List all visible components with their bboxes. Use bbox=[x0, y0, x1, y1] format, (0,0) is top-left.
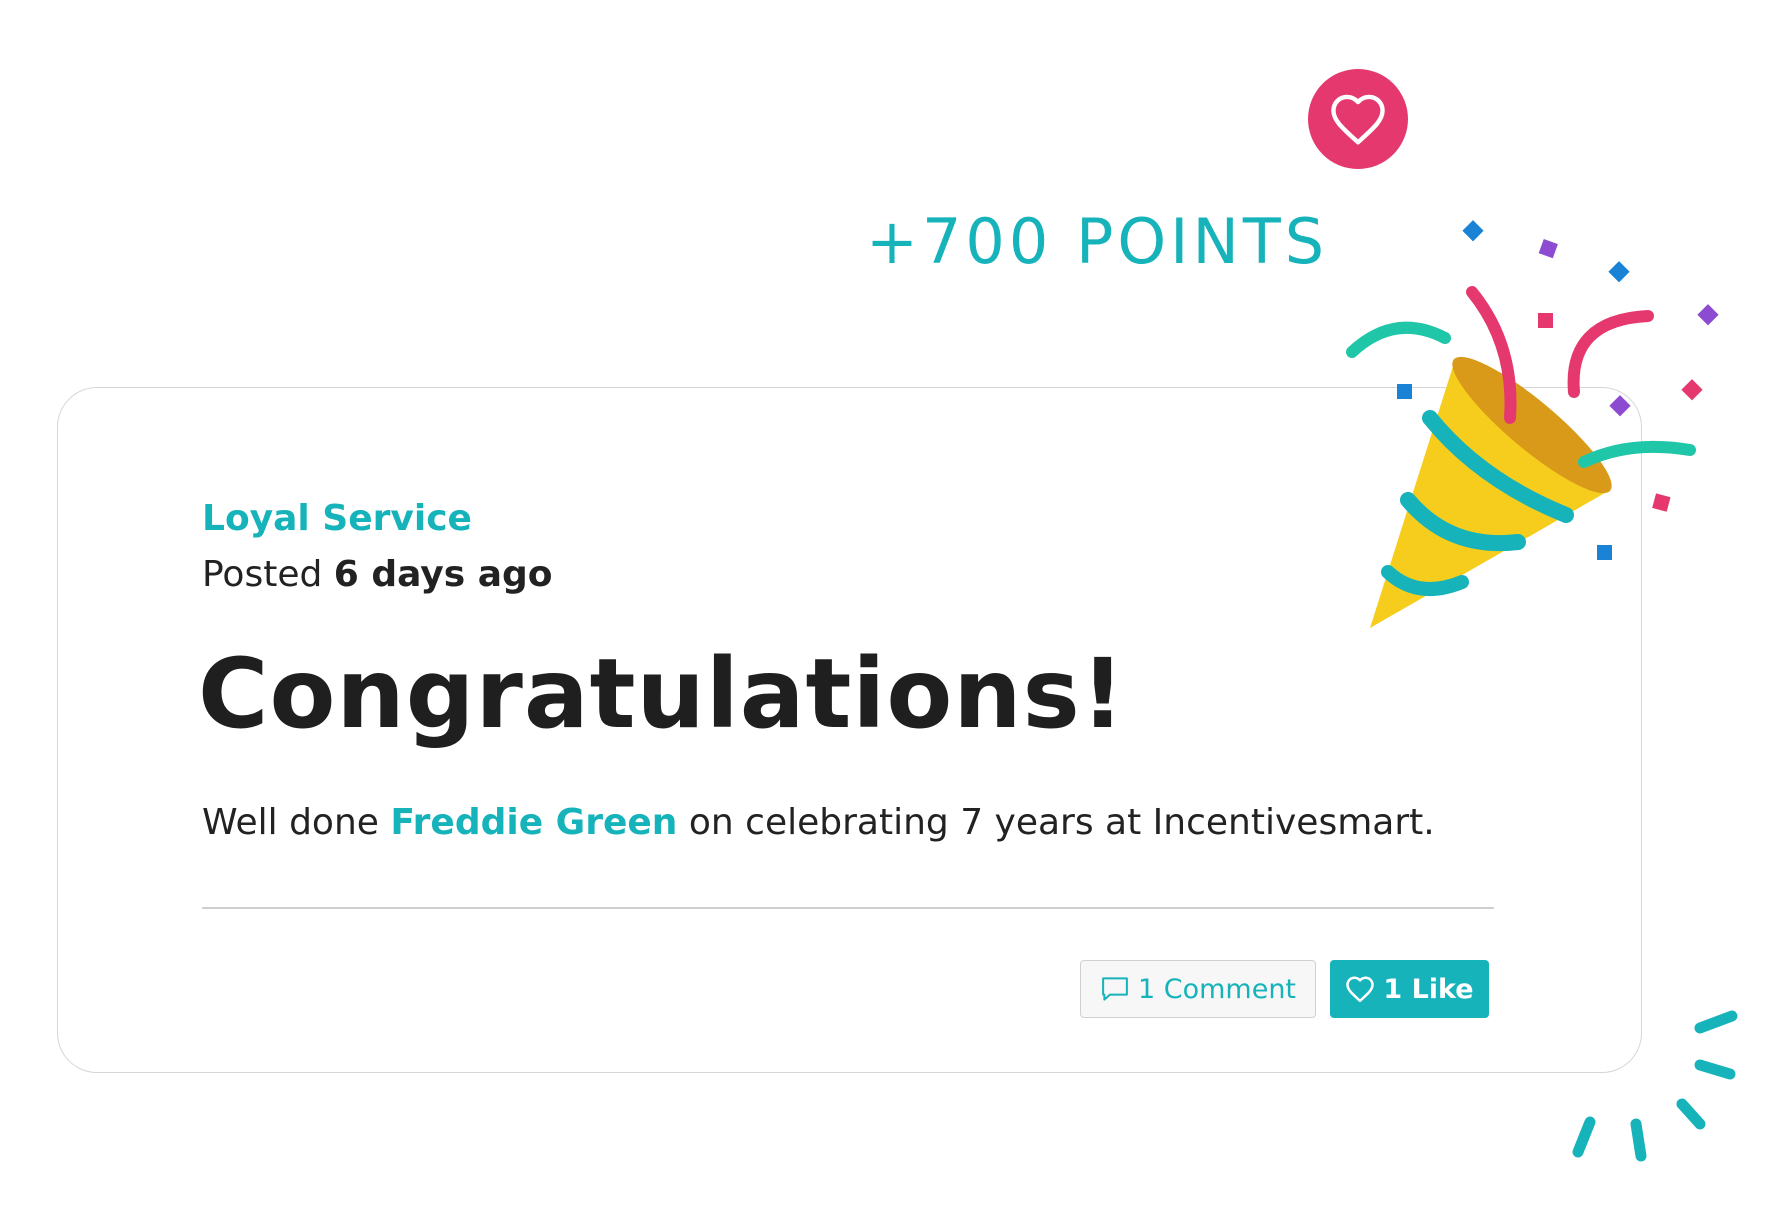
confetti-pink bbox=[1538, 313, 1553, 328]
recognition-post-screen: +700 POINTS Loyal Service Posted 6 days … bbox=[0, 0, 1770, 1210]
confetti-blue bbox=[1462, 220, 1484, 242]
burst-line bbox=[1630, 1118, 1647, 1162]
divider bbox=[202, 907, 1494, 909]
posted-time: 6 days ago bbox=[333, 554, 553, 595]
streamer-teal-left bbox=[1346, 321, 1451, 358]
comment-icon bbox=[1102, 977, 1128, 1001]
burst-line bbox=[1694, 1010, 1738, 1034]
post-headline: Congratulations! bbox=[198, 638, 1126, 750]
post-message: Well done Freddie Green on celebrating 7… bbox=[202, 802, 1435, 843]
points-award: +700 POINTS bbox=[866, 205, 1329, 278]
post-category: Loyal Service bbox=[202, 498, 472, 539]
heart-icon bbox=[1331, 94, 1385, 145]
comment-label: 1 Comment bbox=[1137, 973, 1297, 1005]
burst-line bbox=[1572, 1116, 1596, 1158]
message-prefix: Well done bbox=[202, 802, 391, 843]
heart-outline-icon bbox=[1346, 976, 1375, 1003]
recipient-link[interactable]: Freddie Green bbox=[390, 802, 677, 843]
post-card: Loyal Service Posted 6 days ago Congratu… bbox=[57, 387, 1642, 1073]
confetti-purple bbox=[1538, 239, 1558, 259]
burst-line bbox=[1676, 1098, 1706, 1130]
confetti-pink bbox=[1652, 493, 1671, 512]
message-suffix: on celebrating 7 years at Incentivesmart… bbox=[677, 802, 1435, 843]
burst-line bbox=[1694, 1059, 1736, 1080]
posted-prefix: Posted bbox=[202, 554, 334, 595]
like-label: 1 Like bbox=[1383, 973, 1474, 1005]
comment-button[interactable]: 1 Comment bbox=[1080, 960, 1316, 1018]
heart-badge bbox=[1308, 69, 1408, 169]
confetti-blue bbox=[1608, 261, 1630, 283]
confetti-purple bbox=[1697, 304, 1719, 326]
post-timestamp: Posted 6 days ago bbox=[202, 554, 553, 595]
streamer-pink-arc bbox=[1567, 310, 1654, 398]
like-button[interactable]: 1 Like bbox=[1330, 960, 1489, 1018]
confetti-pink bbox=[1681, 379, 1703, 401]
